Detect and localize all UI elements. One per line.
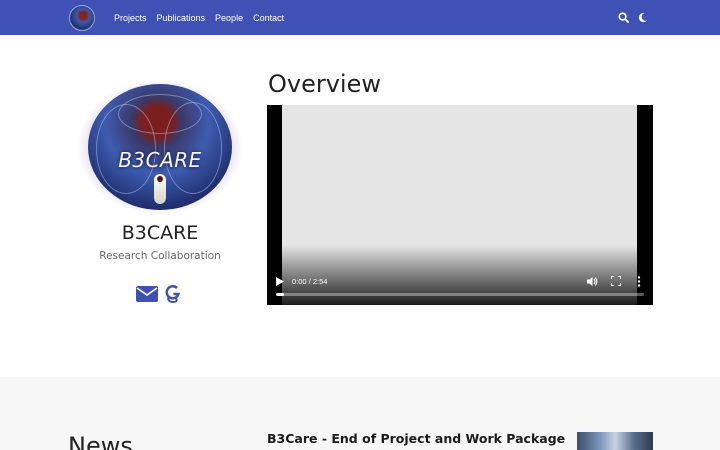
avatar-logo-text: B3CARE <box>118 148 202 172</box>
more-options-icon[interactable] <box>637 276 641 287</box>
profile-role: Research Collaboration <box>99 250 221 262</box>
avatar-decoration <box>157 176 163 182</box>
news-heading: News <box>68 432 133 450</box>
profile-avatar: B3CARE <box>78 80 242 214</box>
video-time: 0:00 / 2:54 <box>292 277 328 286</box>
video-controls-backdrop <box>267 245 653 305</box>
avatar-image: B3CARE <box>88 84 232 210</box>
video-progress-bar[interactable] <box>276 293 644 296</box>
nav-icons <box>610 0 648 35</box>
profile-name: B3CARE <box>121 222 199 244</box>
play-icon[interactable] <box>276 277 284 286</box>
top-navbar: Projects Publications People Contact <box>0 0 720 35</box>
volume-icon[interactable] <box>587 276 598 287</box>
site-logo[interactable] <box>69 5 95 31</box>
nav-links: Projects Publications People Contact <box>114 0 294 35</box>
fullscreen-icon[interactable] <box>611 276 621 286</box>
video-progress-fill <box>276 293 284 296</box>
avatar-decoration <box>118 94 202 134</box>
overview-title: Overview <box>268 70 381 98</box>
news-section: News B3Care - End of Project and Work Pa… <box>0 377 720 450</box>
nav-link-publications[interactable]: Publications <box>157 13 206 23</box>
google-scholar-icon[interactable] <box>165 284 181 304</box>
nav-link-contact[interactable]: Contact <box>253 13 284 23</box>
search-icon[interactable] <box>618 12 629 23</box>
social-links <box>136 284 181 304</box>
nav-link-projects[interactable]: Projects <box>114 13 147 23</box>
moon-icon[interactable] <box>637 12 648 23</box>
envelope-icon[interactable] <box>136 286 158 302</box>
video-player[interactable]: 0:00 / 2:54 <box>267 105 653 305</box>
news-item-title[interactable]: B3Care - End of Project and Work Package <box>267 431 565 446</box>
nav-link-people[interactable]: People <box>215 13 243 23</box>
news-item-thumbnail[interactable] <box>577 432 653 450</box>
